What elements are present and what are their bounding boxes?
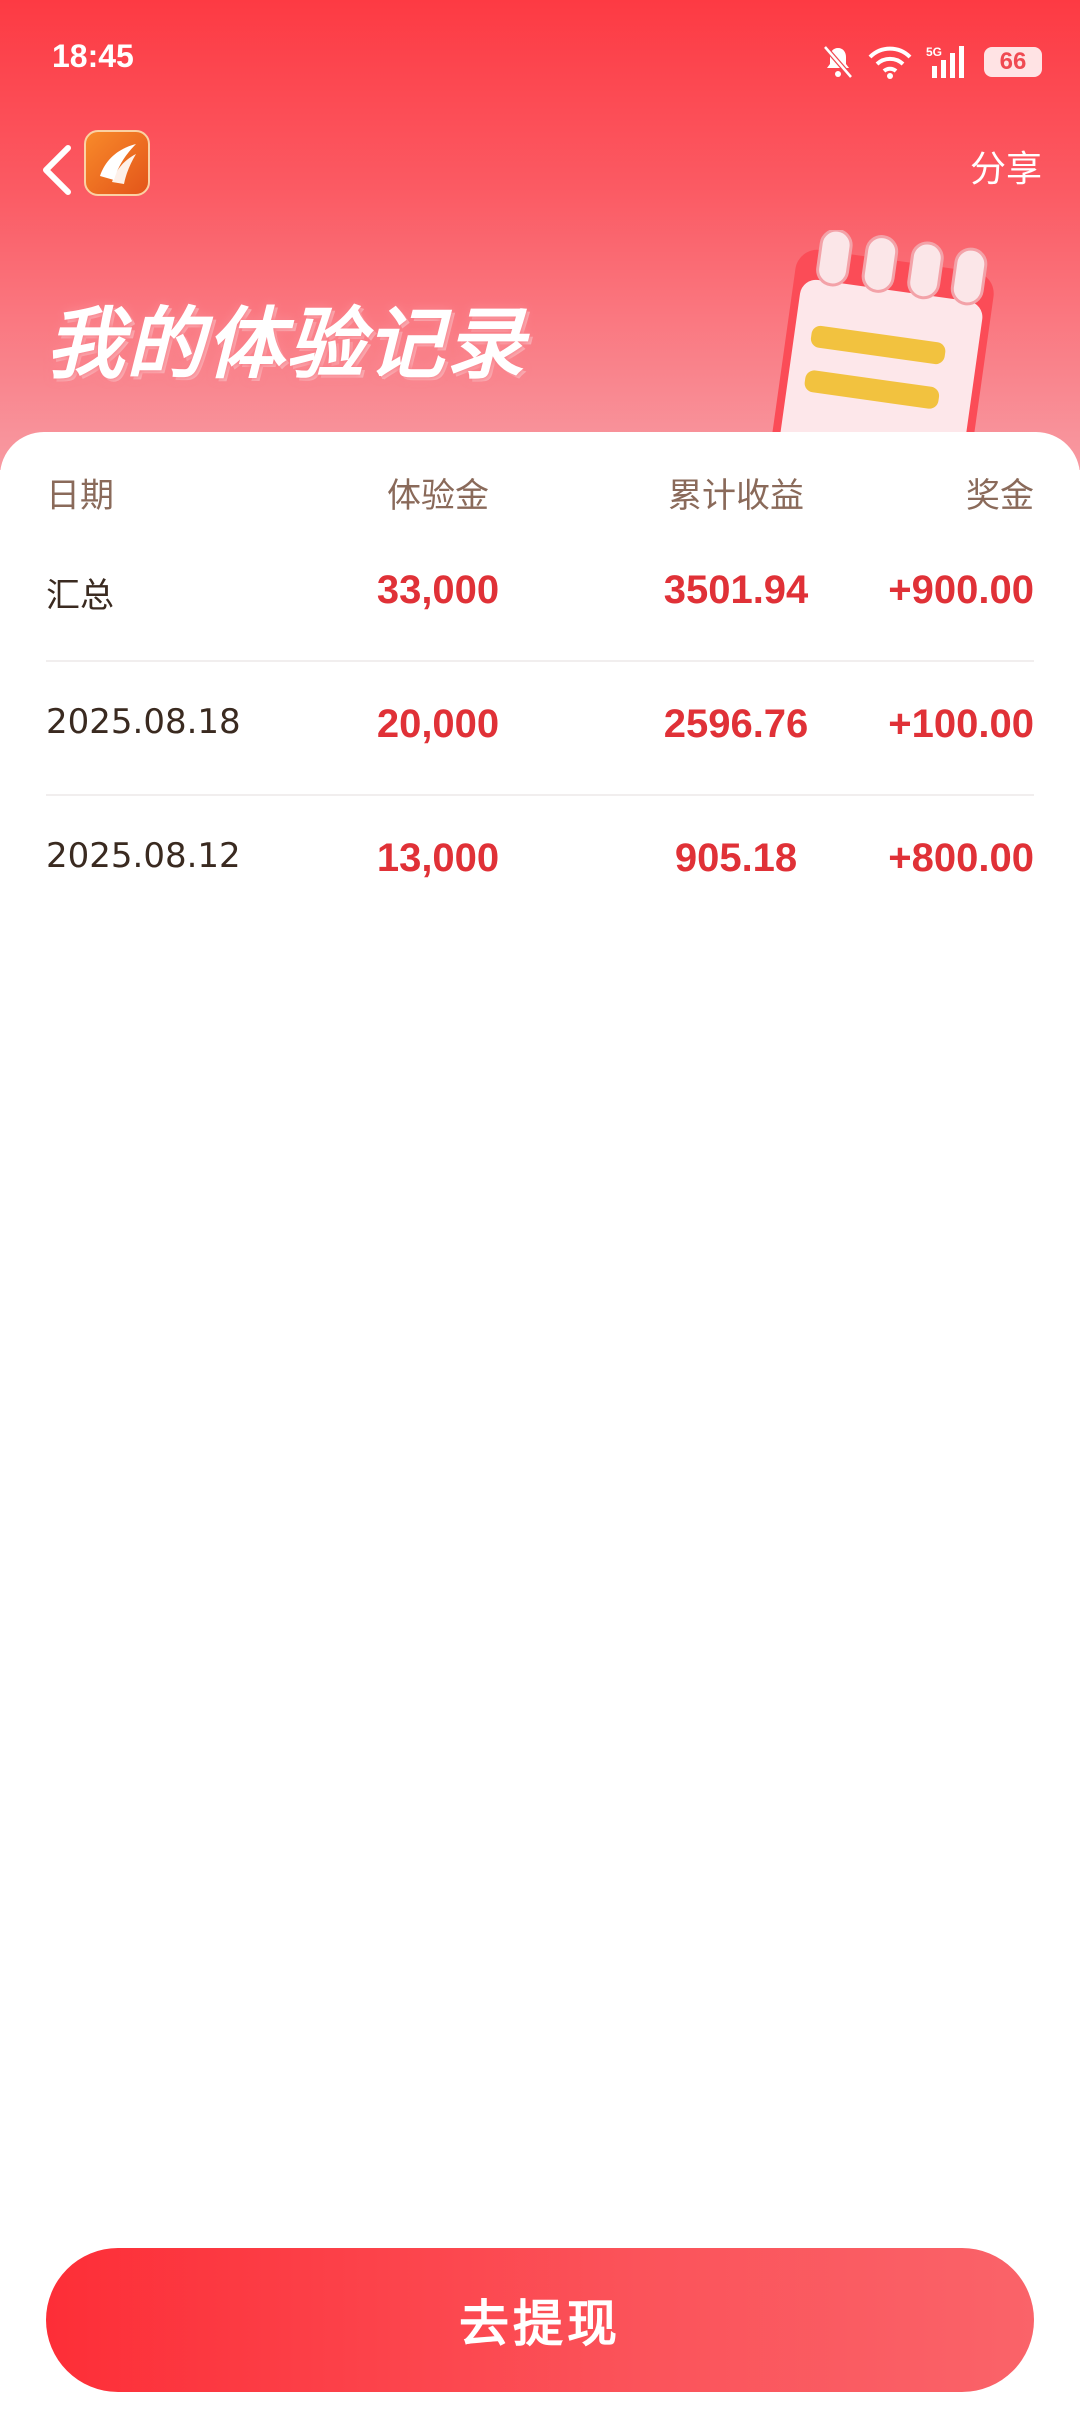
row-date: 2025.08.12 xyxy=(46,836,241,876)
table-row: 2025.08.18 20,000 2596.76 +100.00 xyxy=(46,662,1034,796)
row-profit: 2596.76 xyxy=(663,702,809,746)
page-title: 我的体验记录 xyxy=(46,300,527,390)
signal-icon: 5G xyxy=(926,45,964,78)
withdraw-button[interactable]: 去提现 xyxy=(46,2248,1034,2392)
wifi-icon xyxy=(868,46,912,79)
row-profit: 3501.94 xyxy=(663,568,809,612)
row-experience: 33,000 xyxy=(376,568,500,612)
row-profit: 905.18 xyxy=(674,836,798,880)
status-time: 18:45 xyxy=(52,38,134,74)
nav-bar: 分享 xyxy=(0,120,1080,230)
header-experience: 体验金 xyxy=(387,476,489,516)
svg-text:5G: 5G xyxy=(926,45,942,59)
table-header: 日期 体验金 累计收益 奖金 xyxy=(46,468,1034,528)
share-button[interactable]: 分享 xyxy=(970,140,1042,192)
row-bonus: +800.00 xyxy=(888,836,1034,880)
row-bonus: +900.00 xyxy=(888,568,1034,612)
row-date: 汇总 xyxy=(46,576,114,616)
header-profit: 累计收益 xyxy=(668,476,804,516)
back-icon[interactable] xyxy=(36,140,80,200)
table-row-summary: 汇总 33,000 3501.94 +900.00 xyxy=(46,528,1034,662)
battery-icon: 66 xyxy=(984,47,1042,77)
table-row: 2025.08.12 13,000 905.18 +800.00 xyxy=(46,796,1034,930)
status-icons: 5G 66 xyxy=(822,38,1042,86)
row-experience: 20,000 xyxy=(376,702,500,746)
row-date: 2025.08.18 xyxy=(46,702,241,742)
bell-muted-icon xyxy=(823,45,853,79)
status-bar: 18:45 5G 66 xyxy=(0,0,1080,120)
records-card: 日期 体验金 累计收益 奖金 汇总 33,000 3501.94 +900.00… xyxy=(0,432,1080,2412)
app-logo-icon xyxy=(84,130,150,196)
header-date: 日期 xyxy=(46,476,114,516)
header-bonus: 奖金 xyxy=(966,476,1034,516)
row-bonus: +100.00 xyxy=(888,702,1034,746)
row-experience: 13,000 xyxy=(376,836,500,880)
